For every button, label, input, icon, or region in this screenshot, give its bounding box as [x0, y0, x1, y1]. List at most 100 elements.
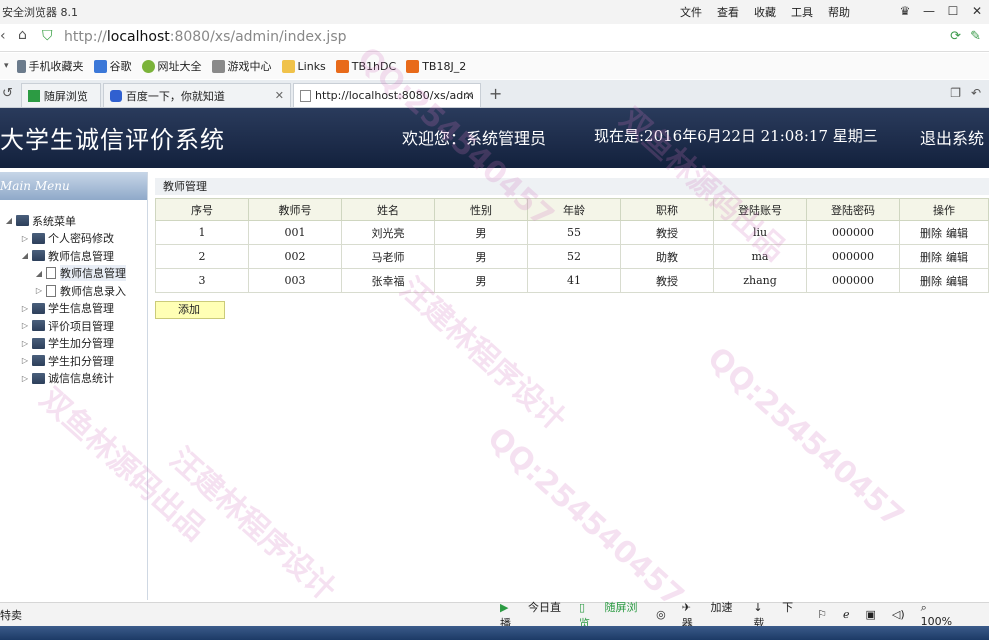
favorites-toggle-icon[interactable]: ▾	[4, 61, 9, 71]
expand-icon[interactable]: ▷	[20, 374, 30, 383]
refresh-icon[interactable]: ⟳	[950, 29, 961, 44]
expand-icon[interactable]: ◢	[4, 216, 14, 225]
add-button[interactable]: 添加	[155, 301, 225, 319]
fav-games[interactable]: 游戏中心	[211, 58, 272, 74]
tab-localhost[interactable]: http://localhost:8080/xs/adm ✕	[292, 83, 481, 107]
document-icon	[46, 267, 56, 280]
flag-icon[interactable]: ⚐	[817, 608, 827, 621]
tree-node-system-menu[interactable]: ◢ 系统菜单	[0, 212, 147, 230]
tab-bar: ↺ 随屏浏览 百度一下，你就知道 ✕ http://localhost:8080…	[0, 80, 989, 108]
menu-file[interactable]: 文件	[680, 4, 702, 20]
expand-icon[interactable]: ▷	[20, 304, 30, 313]
tab-list-icon[interactable]: ❐	[950, 86, 961, 100]
edit-link[interactable]: 编辑	[946, 251, 968, 264]
tree-label: 评价项目管理	[48, 319, 114, 333]
cell-sex: 男	[434, 244, 528, 269]
fav-google[interactable]: 谷歌	[93, 58, 132, 74]
fav-links[interactable]: Links	[281, 59, 326, 73]
watermark-text: 汪建林程序设计	[162, 441, 343, 608]
expand-icon[interactable]: ◢	[20, 251, 30, 260]
delete-link[interactable]: 删除	[920, 227, 942, 240]
restore-icon[interactable]: ↺	[2, 86, 13, 101]
col-header: 登陆账号	[713, 198, 807, 221]
screen-icon	[27, 89, 40, 102]
fav-mobile[interactable]: 手机收藏夹	[16, 58, 84, 74]
system-title: 大学生诚信评价系统	[0, 126, 225, 154]
tree-node-eval-items[interactable]: ▷ 评价项目管理	[0, 317, 147, 335]
extension-icon[interactable]: ✎	[970, 29, 981, 44]
watermark-text: QQ:254540457	[480, 420, 691, 615]
menu-favorites[interactable]: 收藏	[754, 4, 776, 20]
camera-icon[interactable]: ◎	[656, 608, 666, 621]
expand-icon[interactable]: ▷	[20, 234, 30, 243]
cell-actions: 删除 编辑	[899, 220, 989, 245]
tree-node-bonus[interactable]: ▷ 学生加分管理	[0, 335, 147, 353]
skin-icon[interactable]: ♛	[893, 0, 917, 22]
logout-link[interactable]: 退出系统	[920, 125, 984, 149]
os-taskbar	[0, 626, 989, 640]
delete-link[interactable]: 删除	[920, 275, 942, 288]
taobao-icon	[406, 59, 420, 73]
baidu-icon	[109, 89, 122, 102]
fav-label: 谷歌	[109, 60, 132, 73]
expand-icon[interactable]: ▷	[20, 321, 30, 330]
tree-node-teacher-info[interactable]: ◢ 教师信息管理	[0, 247, 147, 265]
home-icon[interactable]: ⌂	[18, 27, 27, 43]
minimize-button[interactable]: —	[917, 0, 941, 22]
tree-node-teacher-add[interactable]: ▷ 教师信息录入	[0, 282, 147, 300]
welcome-text: 欢迎您：系统管理员	[402, 129, 547, 148]
tree-label: 学生加分管理	[48, 337, 114, 351]
maximize-button[interactable]: ☐	[941, 0, 965, 22]
download-icon: ↓	[753, 600, 763, 614]
expand-icon[interactable]: ▷	[20, 356, 30, 365]
cell-no: 1	[155, 220, 249, 245]
tab-baidu[interactable]: 百度一下，你就知道 ✕	[102, 83, 291, 107]
cell-name: 刘光亮	[341, 220, 435, 245]
cell-name: 张幸福	[341, 268, 435, 293]
fav-tb1[interactable]: TB1hDC	[335, 59, 396, 73]
sidebar: Main Menu ◢ 系统菜单 ▷ 个人密码修改 ◢ 教师信息管理 ◢ 教师信息管理 …	[0, 172, 148, 600]
cell-no: 3	[155, 268, 249, 293]
close-button[interactable]: ✕	[965, 0, 989, 22]
back-icon[interactable]: ‹	[0, 28, 6, 44]
fav-tb2[interactable]: TB18J_2	[406, 59, 466, 73]
new-tab-button[interactable]: +	[489, 84, 502, 103]
tree-label: 个人密码修改	[48, 232, 114, 246]
address-bar: ‹ ⌂ ⛉ http://localhost:8080/xs/admin/ind…	[0, 24, 989, 52]
menu-tools[interactable]: 工具	[791, 4, 813, 20]
cell-age: 52	[527, 244, 621, 269]
zoom-control[interactable]: ⌕ 100%	[921, 601, 973, 628]
url-path: :8080/xs/admin/index.jsp	[169, 29, 347, 45]
cell-account: ma	[713, 244, 807, 269]
status-bar: 特卖 ▶ 今日直播 ▯ 随屏浏览 ◎ ✈ 加速器 ↓ 下载 ⚐ ℯ ▣ ◁) ⌕…	[0, 600, 989, 630]
tree-node-teacher-manage[interactable]: ◢ 教师信息管理	[0, 265, 147, 283]
ie-icon[interactable]: ℯ	[843, 608, 850, 621]
menu-tree: ◢ 系统菜单 ▷ 个人密码修改 ◢ 教师信息管理 ◢ 教师信息管理 ▷ 教师信息录入 ▷ 学…	[0, 200, 147, 387]
expand-icon[interactable]: ▷	[34, 286, 44, 295]
tab-close-icon[interactable]: ✕	[465, 89, 474, 102]
url-field[interactable]: http://localhost:8080/xs/admin/index.jsp	[64, 29, 347, 45]
delete-link[interactable]: 删除	[920, 251, 942, 264]
undo-close-icon[interactable]: ↶	[971, 86, 981, 100]
edit-link[interactable]: 编辑	[946, 275, 968, 288]
volume-icon[interactable]: ◁)	[892, 608, 905, 621]
fav-sites[interactable]: 网址大全	[141, 58, 202, 74]
status-left-text: 特卖	[0, 608, 22, 622]
tree-node-statistics[interactable]: ▷ 诚信信息统计	[0, 370, 147, 388]
tab-close-icon[interactable]: ✕	[275, 89, 284, 102]
window-icon[interactable]: ▣	[866, 608, 876, 621]
tree-node-deduct[interactable]: ▷ 学生扣分管理	[0, 352, 147, 370]
tree-node-password[interactable]: ▷ 个人密码修改	[0, 230, 147, 248]
col-header: 职称	[620, 198, 714, 221]
edit-link[interactable]: 编辑	[946, 227, 968, 240]
expand-icon[interactable]: ◢	[34, 269, 44, 278]
menu-help[interactable]: 帮助	[828, 4, 850, 20]
tab-screen-browse[interactable]: 随屏浏览	[20, 83, 101, 107]
cell-password: 000000	[806, 268, 900, 293]
col-header: 教师号	[248, 198, 342, 221]
teacher-table: 序号 教师号 姓名 性别 年龄 职称 登陆账号 登陆密码 操作 1 001 刘光…	[155, 198, 989, 293]
tree-node-student-info[interactable]: ▷ 学生信息管理	[0, 300, 147, 318]
menu-view[interactable]: 查看	[717, 4, 739, 20]
taobao-icon	[335, 59, 349, 73]
expand-icon[interactable]: ▷	[20, 339, 30, 348]
